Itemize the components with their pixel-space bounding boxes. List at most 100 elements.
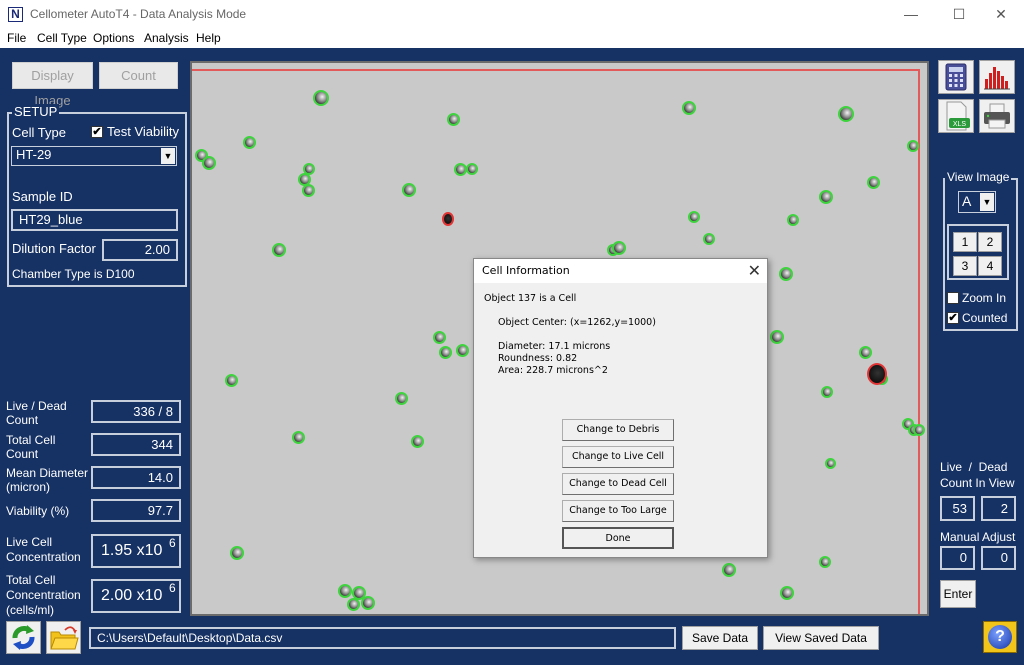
- live-cell-marker[interactable]: [688, 211, 700, 223]
- quadrant-1-button[interactable]: 1: [953, 232, 977, 252]
- live-cell-marker[interactable]: [859, 346, 872, 359]
- dilution-factor-input[interactable]: 2.00: [102, 239, 178, 261]
- menu-options[interactable]: Options: [93, 31, 134, 45]
- refresh-icon: [12, 625, 35, 650]
- mean-diameter-label: Mean Diameter (micron): [6, 466, 89, 494]
- live-cell-marker[interactable]: [907, 140, 919, 152]
- live-cell-marker[interactable]: [456, 344, 469, 357]
- test-viability-label: Test Viability: [107, 124, 180, 139]
- sample-id-input[interactable]: HT29_blue: [11, 209, 178, 231]
- live-cell-marker[interactable]: [225, 374, 238, 387]
- change-to-debris-button[interactable]: Change to Debris: [562, 419, 674, 441]
- counted-label: Counted: [962, 311, 1008, 325]
- export-xls-button[interactable]: XLS: [938, 99, 974, 133]
- live-cell-marker[interactable]: [439, 346, 452, 359]
- title-bar: N Cellometer AutoT4 - Data Analysis Mode…: [0, 0, 1024, 28]
- file-path-input[interactable]: C:\Users\Default\Desktop\Data.csv: [89, 627, 676, 649]
- chamber-type-text: Chamber Type is D100: [12, 267, 135, 281]
- cell-type-select[interactable]: HT-29 ▼: [11, 146, 177, 166]
- live-cell-marker[interactable]: [411, 435, 424, 448]
- live-cell-marker[interactable]: [433, 331, 446, 344]
- live-cell-marker[interactable]: [466, 163, 478, 175]
- live-cell-marker[interactable]: [819, 190, 833, 204]
- mean-diameter-value: 14.0: [91, 466, 181, 489]
- calculator-icon: [945, 63, 967, 91]
- dialog-close-icon[interactable]: ✕: [748, 261, 761, 281]
- live-cell-marker[interactable]: [703, 233, 715, 245]
- zoom-in-label: Zoom In: [962, 291, 1007, 305]
- cell-information-dialog: Cell Information ✕ Object 137 is a Cell …: [473, 258, 768, 558]
- calculator-button[interactable]: [938, 60, 974, 94]
- manual-dead-input[interactable]: 0: [981, 546, 1016, 570]
- change-to-dead-cell-button[interactable]: Change to Dead Cell: [562, 473, 674, 495]
- live-cell-marker[interactable]: [821, 386, 833, 398]
- quadrant-2-button[interactable]: 2: [978, 232, 1002, 252]
- menu-file[interactable]: File: [7, 31, 26, 45]
- open-folder-button[interactable]: [46, 621, 81, 654]
- viability-label: Viability (%): [6, 504, 70, 518]
- live-cell-marker[interactable]: [302, 184, 315, 197]
- live-cell-marker[interactable]: [722, 563, 736, 577]
- print-button[interactable]: [979, 99, 1015, 133]
- view-saved-data-button[interactable]: View Saved Data: [763, 626, 879, 650]
- menu-cell-type[interactable]: Cell Type: [37, 31, 87, 45]
- maximize-button[interactable]: ☐: [936, 0, 982, 28]
- live-cell-marker[interactable]: [819, 556, 831, 568]
- test-viability-checkbox[interactable]: ✔: [91, 126, 103, 138]
- live-cell-marker[interactable]: [787, 214, 799, 226]
- zoom-in-checkbox[interactable]: [947, 292, 959, 304]
- folder-icon: [50, 626, 79, 650]
- dead-cell-marker[interactable]: [442, 212, 454, 226]
- view-image-select[interactable]: A ▼: [958, 191, 996, 213]
- live-cell-marker[interactable]: [272, 243, 286, 257]
- live-cell-marker[interactable]: [867, 176, 880, 189]
- live-cell-marker[interactable]: [770, 330, 784, 344]
- histogram-button[interactable]: [979, 60, 1015, 94]
- chevron-down-icon[interactable]: ▼: [980, 193, 994, 211]
- xls-file-icon: XLS: [946, 101, 970, 131]
- live-cell-marker[interactable]: [292, 431, 305, 444]
- count-button[interactable]: Count: [99, 62, 178, 89]
- change-to-live-cell-button[interactable]: Change to Live Cell: [562, 446, 674, 468]
- live-cell-marker[interactable]: [313, 90, 329, 106]
- live-cell-marker[interactable]: [230, 546, 244, 560]
- live-cell-marker[interactable]: [682, 101, 696, 115]
- live-cell-marker[interactable]: [361, 596, 375, 610]
- live-cell-marker[interactable]: [202, 156, 216, 170]
- menu-analysis[interactable]: Analysis: [144, 31, 189, 45]
- quadrant-3-button[interactable]: 3: [953, 256, 977, 276]
- live-cell-marker[interactable]: [347, 598, 360, 611]
- live-dead-count-value: 336 / 8: [91, 400, 181, 423]
- live-cell-marker[interactable]: [913, 424, 925, 436]
- dead-cell-marker[interactable]: [867, 363, 887, 385]
- menu-help[interactable]: Help: [196, 31, 221, 45]
- done-button[interactable]: Done: [562, 527, 674, 549]
- save-data-button[interactable]: Save Data: [682, 626, 758, 650]
- view-image-value: A: [962, 193, 972, 209]
- enter-button[interactable]: Enter: [940, 580, 976, 608]
- live-cell-marker[interactable]: [779, 267, 793, 281]
- live-cell-marker[interactable]: [780, 586, 794, 600]
- chevron-down-icon[interactable]: ▼: [161, 148, 175, 164]
- live-cell-marker[interactable]: [402, 183, 416, 197]
- live-cell-marker[interactable]: [825, 458, 836, 469]
- menu-bar: File Cell Type Options Analysis Help: [0, 28, 1024, 48]
- minimize-button[interactable]: —: [888, 0, 934, 28]
- live-cell-marker[interactable]: [612, 241, 626, 255]
- close-button[interactable]: ✕: [978, 0, 1024, 28]
- live-cell-marker[interactable]: [447, 113, 460, 126]
- live-cell-marker[interactable]: [243, 136, 256, 149]
- cell-type-label: Cell Type: [12, 125, 66, 140]
- quadrant-4-button[interactable]: 4: [978, 256, 1002, 276]
- live-cell-marker[interactable]: [838, 106, 854, 122]
- display-image-button[interactable]: Display Image: [12, 62, 93, 108]
- change-to-too-large-button[interactable]: Change to Too Large: [562, 500, 674, 522]
- help-button[interactable]: ?: [983, 621, 1017, 653]
- printer-icon: [984, 103, 1010, 129]
- refresh-button[interactable]: [6, 621, 41, 654]
- live-cell-marker[interactable]: [338, 584, 352, 598]
- counted-checkbox[interactable]: ✔: [947, 312, 959, 324]
- live-cell-marker[interactable]: [395, 392, 408, 405]
- manual-live-input[interactable]: 0: [940, 546, 975, 570]
- total-cell-concentration-value: 2.00 x10 6: [91, 579, 181, 613]
